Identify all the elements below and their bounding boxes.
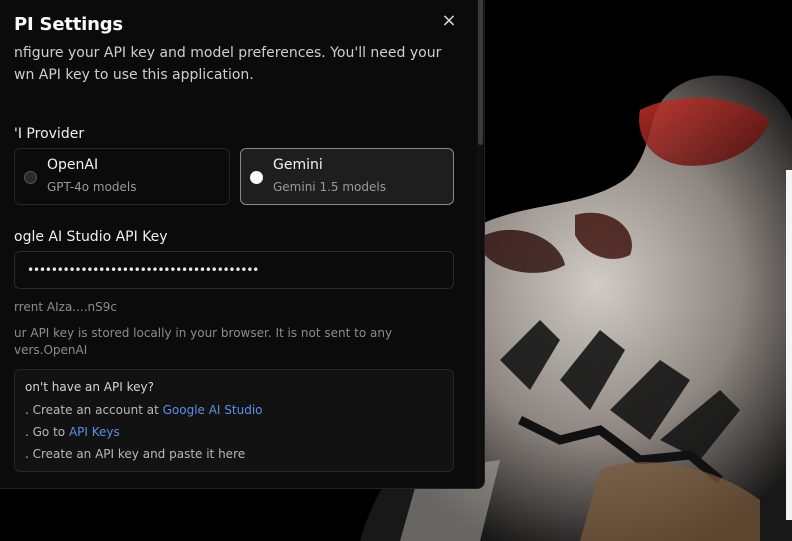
close-icon: × (441, 10, 457, 31)
help-step-1-text: . Create an account at (25, 403, 163, 417)
provider-option-gemini[interactable]: Gemini Gemini 1.5 models (240, 148, 454, 205)
api-settings-dialog: PI Settings × nfigure your API key and m… (0, 0, 485, 489)
dialog-title: PI Settings (14, 14, 123, 35)
api-key-label: ogle AI Studio API Key (14, 229, 168, 245)
provider-subtitle: Gemini 1.5 models (273, 180, 386, 194)
help-box: on't have an API key? . Create an accoun… (14, 369, 454, 472)
provider-name: OpenAI (47, 157, 99, 173)
current-key-text: rrent AIza....nS9c (14, 300, 118, 314)
close-button[interactable]: × (439, 11, 459, 31)
provider-option-openai[interactable]: OpenAI GPT-4o models (14, 148, 230, 205)
help-step-2: . Go to API Keys (25, 425, 120, 439)
help-step-2-text: . Go to (25, 425, 69, 439)
api-key-input[interactable] (14, 251, 454, 289)
help-step-3: . Create an API key and paste it here (25, 447, 246, 461)
help-title: on't have an API key? (25, 380, 154, 394)
storage-note: ur API key is stored locally in your bro… (14, 326, 393, 357)
api-keys-link[interactable]: API Keys (69, 425, 120, 439)
scrollbar-thumb[interactable] (478, 0, 483, 145)
radio-gemini[interactable] (250, 171, 263, 184)
dialog-description: nfigure your API key and model preferenc… (14, 45, 442, 83)
provider-subtitle: GPT-4o models (47, 180, 137, 194)
provider-name: Gemini (273, 157, 323, 173)
provider-section-label: 'I Provider (14, 126, 85, 142)
radio-openai[interactable] (24, 171, 37, 184)
screen: PI Settings × nfigure your API key and m… (0, 0, 792, 541)
google-ai-studio-link[interactable]: Google AI Studio (163, 403, 263, 417)
dialog-content: PI Settings × nfigure your API key and m… (0, 0, 484, 488)
help-step-1: . Create an account at Google AI Studio (25, 403, 263, 417)
